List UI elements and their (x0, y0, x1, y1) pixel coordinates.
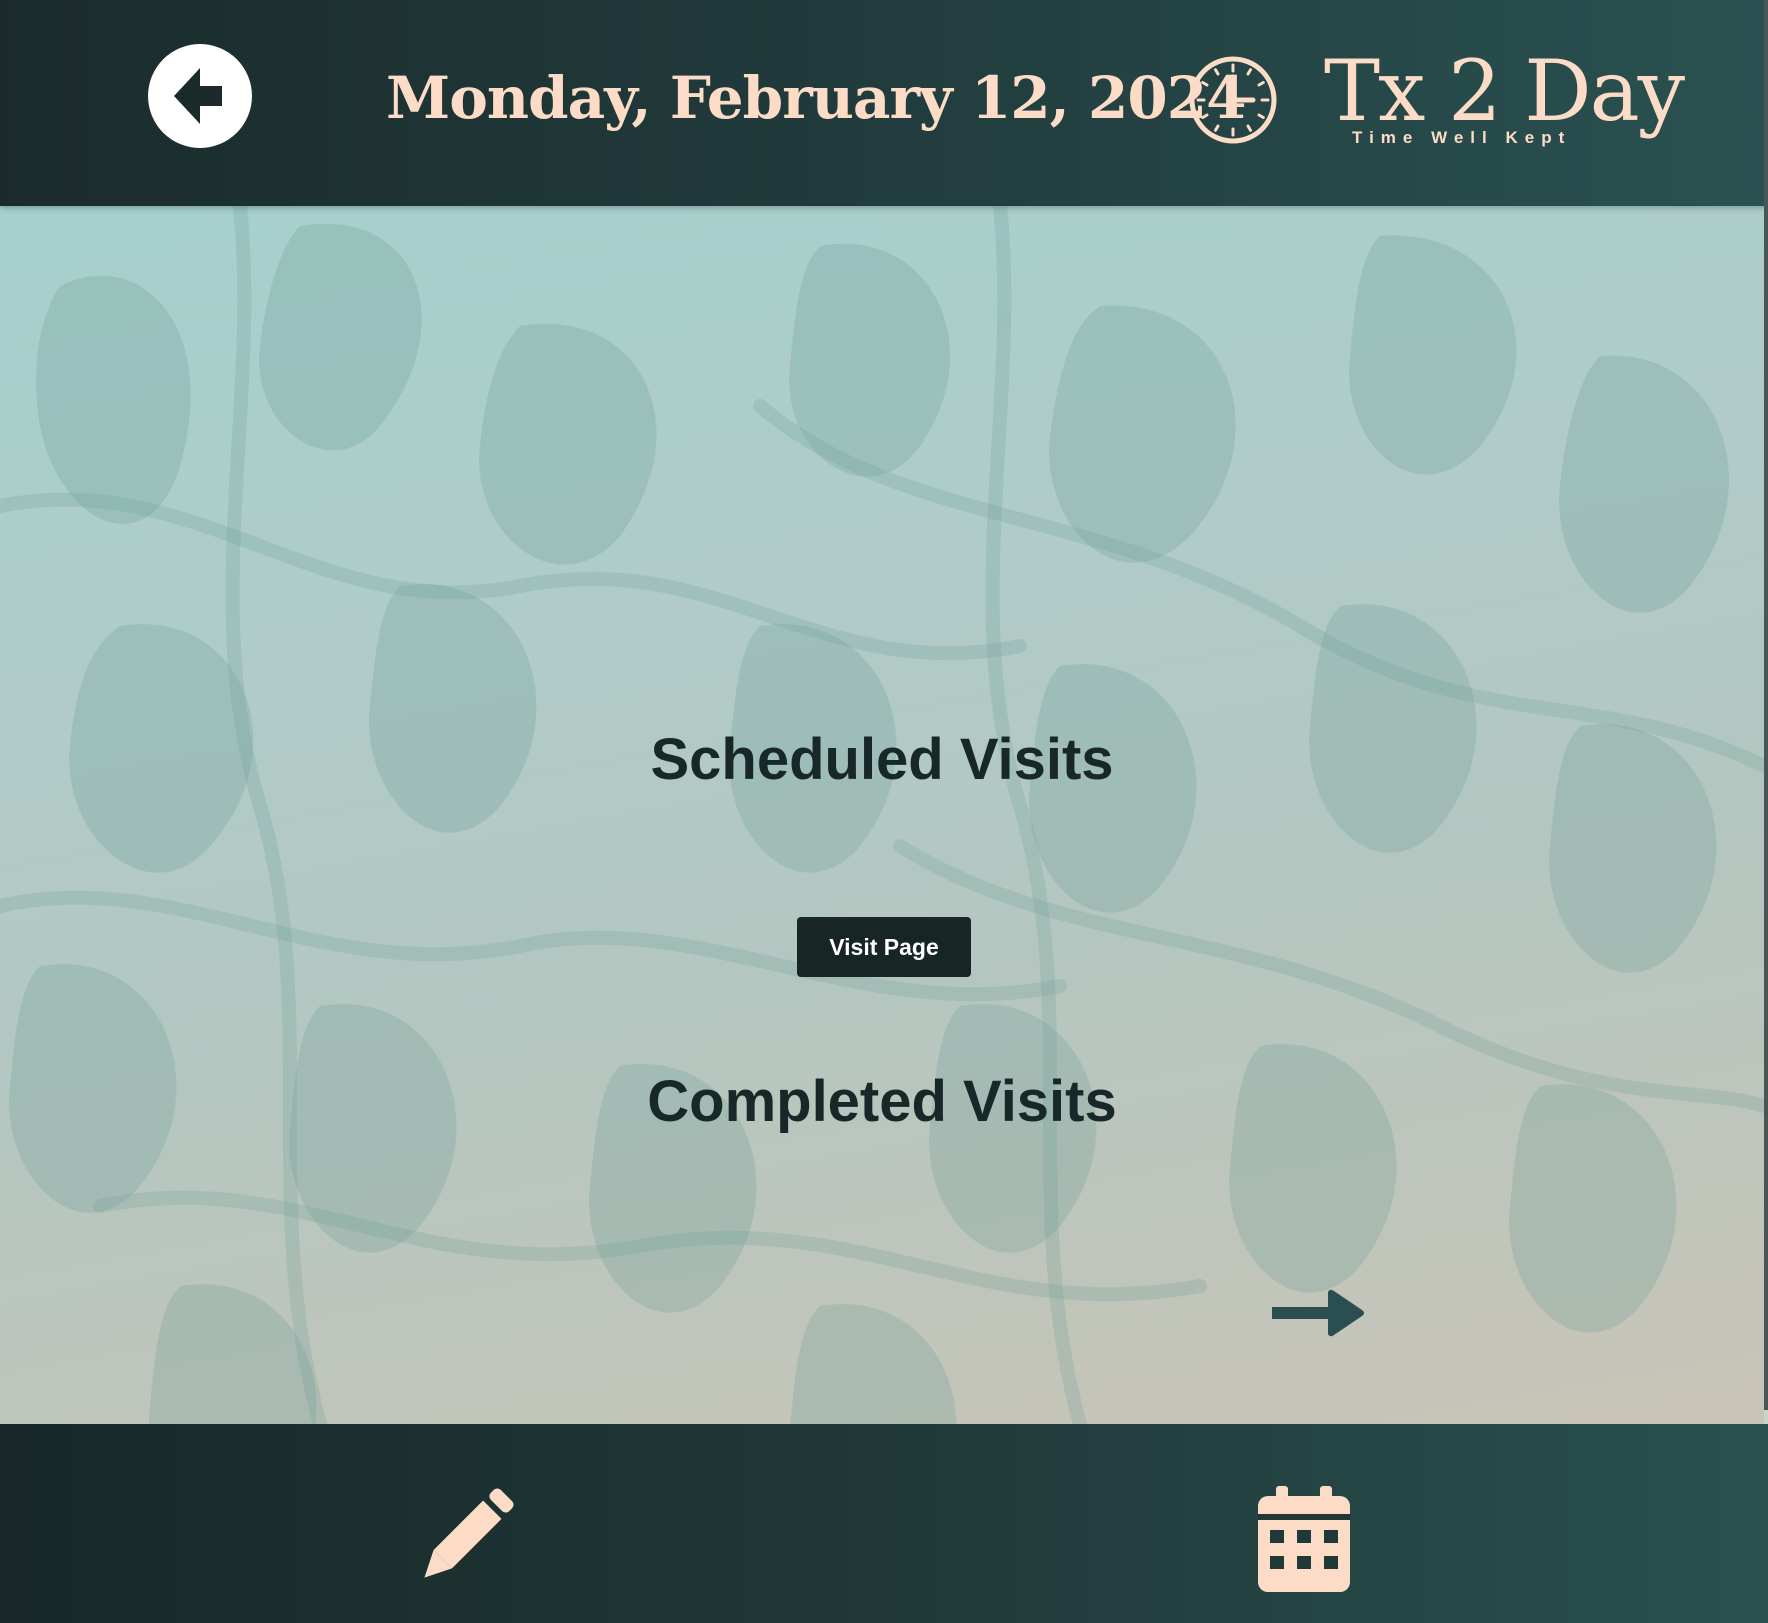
visit-page-button[interactable]: Visit Page (797, 917, 971, 977)
pencil-icon[interactable] (408, 1482, 520, 1594)
app-header: Monday, February 12, 2024 Tx 2 Day Time … (0, 0, 1768, 206)
current-date: Monday, February 12, 2024 (386, 64, 1246, 132)
bottom-nav (0, 1424, 1768, 1623)
svg-text:Time Well Kept: Time Well Kept (1352, 128, 1571, 147)
app-logo: Tx 2 Day Time Well Kept (1324, 42, 1688, 147)
clock-icon (1189, 56, 1277, 144)
scheduled-visits-heading: Scheduled Visits (650, 727, 1114, 792)
arrow-right-icon[interactable] (1270, 1288, 1366, 1338)
calendar-icon[interactable] (1256, 1484, 1352, 1594)
main-content: Scheduled Visits Visit Page Completed Vi… (0, 206, 1764, 1424)
completed-visits-heading: Completed Visits (647, 1069, 1117, 1134)
back-button[interactable] (148, 44, 252, 148)
svg-text:Tx 2 Day: Tx 2 Day (1324, 42, 1686, 140)
arrow-left-circle-icon (174, 68, 222, 124)
scrollbar[interactable] (1764, 0, 1768, 1410)
leaf-pattern-background (0, 206, 1764, 1424)
